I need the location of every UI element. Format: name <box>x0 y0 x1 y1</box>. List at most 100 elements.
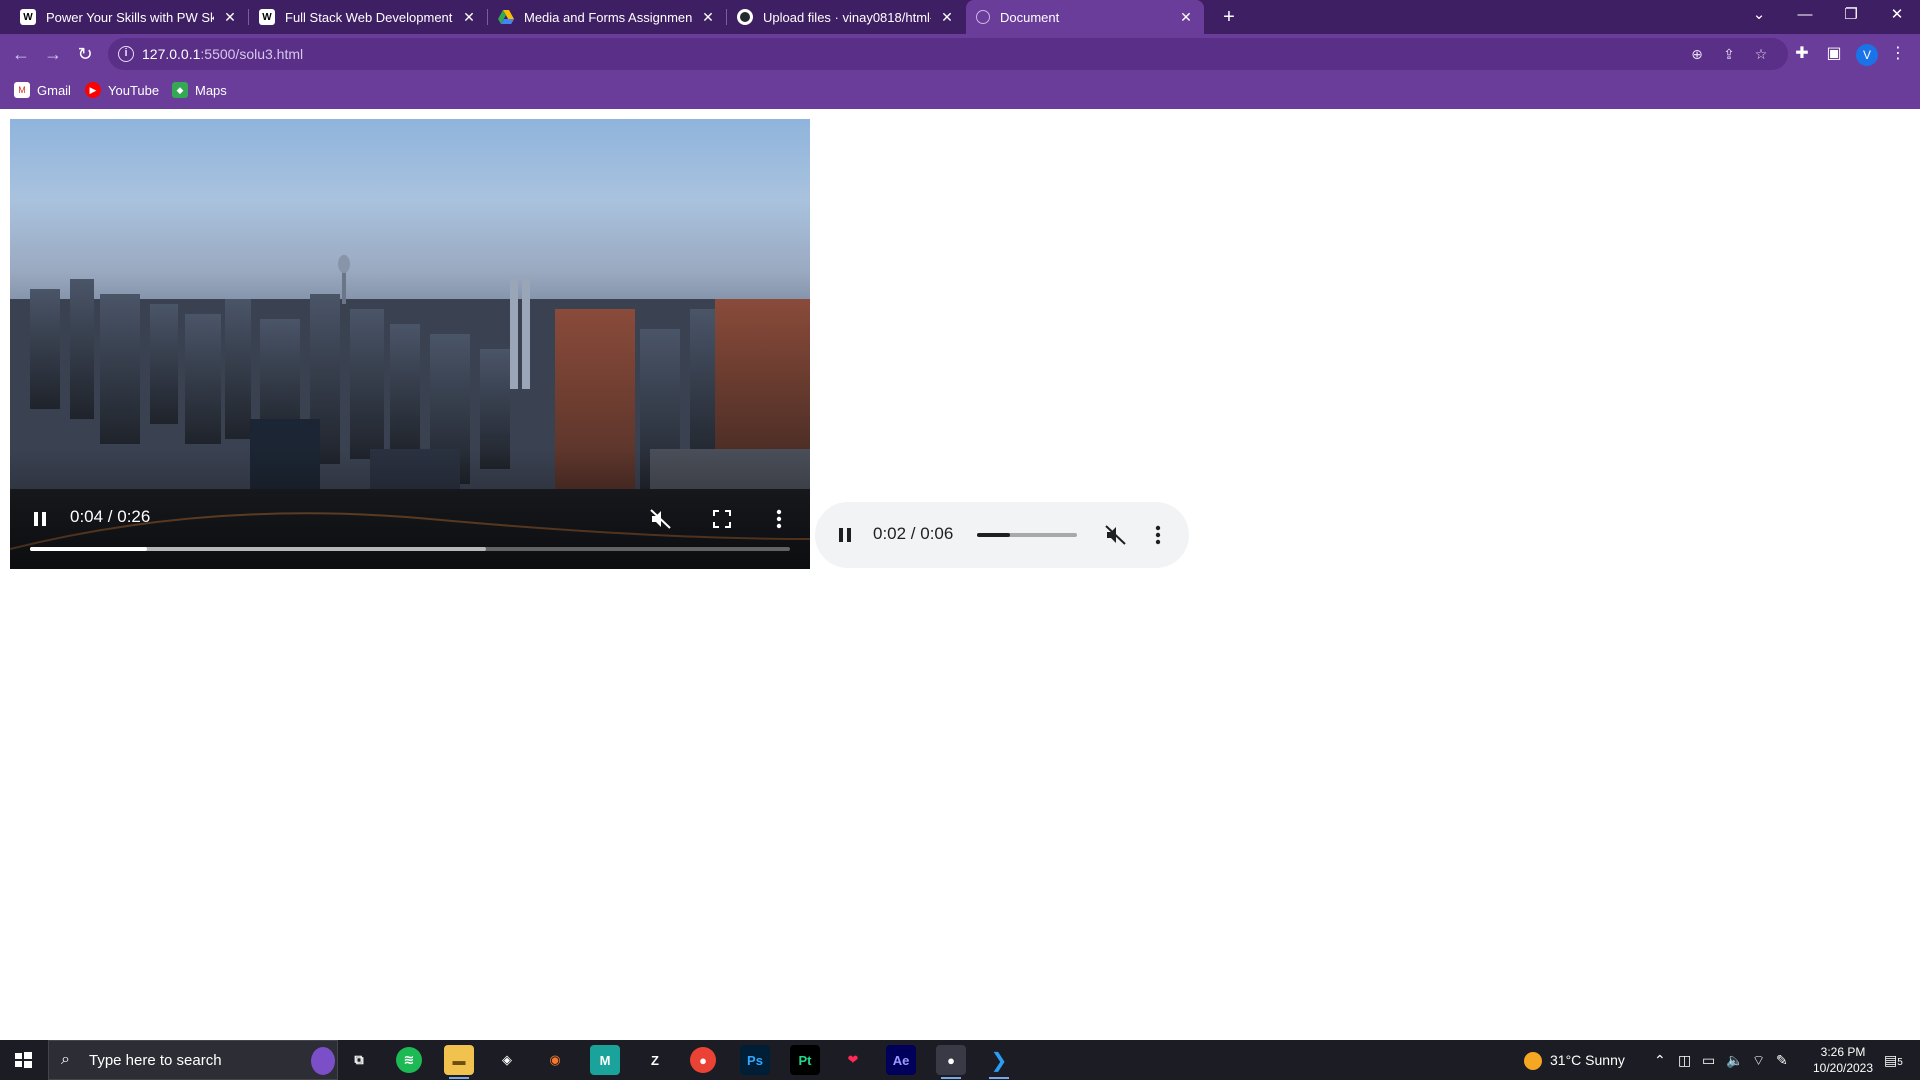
pause-icon <box>34 512 46 526</box>
video-progress-bar[interactable] <box>30 547 790 551</box>
audio-player[interactable]: 0:02 / 0:06 <box>815 502 1189 568</box>
address-bar[interactable]: i 127.0.0.1:5500/solu3.html ⊕ ⇪ ☆ <box>108 38 1788 70</box>
clock-date: 10/20/2023 <box>1812 1061 1874 1075</box>
weather-text: 31°C Sunny <box>1550 1052 1625 1068</box>
audio-mute-button[interactable] <box>1105 525 1127 550</box>
tab-label: Media and Forms Assignment.pc <box>524 9 692 25</box>
video-player[interactable]: 0:04 / 0:26 <box>10 119 810 569</box>
search-placeholder: Type here to search <box>89 1052 222 1069</box>
muted-speaker-icon <box>1105 525 1126 545</box>
reload-button[interactable]: ↻ <box>71 40 99 68</box>
m-app-icon[interactable]: M <box>590 1045 620 1075</box>
globe-icon <box>976 10 990 24</box>
notification-count: 5 <box>1897 1057 1903 1068</box>
url-host: 127.0.0.1 <box>142 46 201 62</box>
bookmark-label: Maps <box>195 82 227 98</box>
file-explorer-icon[interactable]: ▬ <box>444 1045 474 1079</box>
sun-icon <box>1524 1052 1542 1071</box>
new-tab-button[interactable]: + <box>1216 5 1242 29</box>
weather-widget[interactable]: 31°C Sunny <box>1524 1040 1625 1080</box>
pause-button[interactable] <box>32 511 48 532</box>
audio-pause-button[interactable] <box>837 527 853 548</box>
notifications-icon[interactable]: ▤5 <box>1884 1040 1903 1080</box>
close-icon[interactable]: ✕ <box>461 9 477 26</box>
after-effects-icon[interactable]: Ae <box>886 1045 916 1075</box>
pycharm-icon[interactable]: Pt <box>790 1045 820 1075</box>
video-time: 0:04 / 0:26 <box>70 507 151 526</box>
battery-icon[interactable]: ▭ <box>1702 1040 1715 1080</box>
tab-label: Document <box>1000 9 1060 25</box>
bookmark-youtube[interactable]: ▶ YouTube <box>85 78 159 102</box>
mute-button[interactable] <box>650 509 672 534</box>
taskbar: ⌕ Type here to search ⧉ ≋ ▬ ◈ ◉ M Z ● Ps… <box>0 1040 1920 1080</box>
volume-icon[interactable]: 🔈 <box>1726 1040 1743 1080</box>
menu-icon[interactable]: ⋮ <box>1886 40 1910 68</box>
audio-progress-bar[interactable] <box>977 533 1077 537</box>
close-icon[interactable]: ✕ <box>222 9 238 26</box>
maps-icon: ◆ <box>172 82 188 98</box>
site-info-icon[interactable]: i <box>118 46 134 62</box>
zbrush-icon[interactable]: Z <box>640 1045 670 1075</box>
show-hidden-icons-icon[interactable]: ⌃ <box>1654 1040 1666 1080</box>
audio-time: 0:02 / 0:06 <box>873 524 954 543</box>
more-vert-icon <box>1155 525 1161 545</box>
pen-icon[interactable]: ✎ <box>1776 1040 1788 1080</box>
tab-document[interactable]: Document ✕ <box>966 0 1204 34</box>
url-path: :5500/solu3.html <box>200 46 304 62</box>
google-drive-icon <box>498 9 514 25</box>
tab-search-button[interactable]: ⌄ <box>1736 0 1782 34</box>
start-button[interactable] <box>0 1040 46 1080</box>
wifi-icon[interactable]: ⌔ <box>1752 1040 1765 1080</box>
restore-button[interactable]: ❐ <box>1828 0 1874 34</box>
github-icon <box>737 9 753 25</box>
pw-skills-icon: W <box>20 9 36 25</box>
more-options-button[interactable] <box>776 509 782 534</box>
zoom-icon[interactable]: ⊕ <box>1688 45 1706 63</box>
pause-icon <box>839 528 851 542</box>
unity-icon[interactable]: ◈ <box>492 1045 522 1075</box>
audio-more-options-button[interactable] <box>1155 525 1161 550</box>
close-window-button[interactable]: ✕ <box>1874 0 1920 34</box>
vscode-icon[interactable]: ❯ <box>984 1045 1014 1079</box>
tab-pw-skills[interactable]: W Power Your Skills with PW Skills ✕ <box>10 0 248 34</box>
chrome-profile-icon[interactable]: ● <box>936 1045 966 1079</box>
chrome-icon[interactable]: ● <box>690 1047 716 1073</box>
windows-icon <box>15 1052 32 1068</box>
bookmark-gmail[interactable]: M Gmail <box>14 78 71 102</box>
tab-media-forms[interactable]: Media and Forms Assignment.pc ✕ <box>488 0 726 34</box>
taskbar-search[interactable]: ⌕ Type here to search <box>48 1040 338 1080</box>
muted-speaker-icon <box>650 509 671 529</box>
page-content: 0:04 / 0:26 0:02 / 0:06 <box>0 109 1920 1040</box>
close-icon[interactable]: ✕ <box>1178 9 1194 26</box>
url-text[interactable]: 127.0.0.1:5500/solu3.html <box>142 46 303 62</box>
close-icon[interactable]: ✕ <box>939 9 955 26</box>
search-icon: ⌕ <box>61 1051 70 1068</box>
bookmark-star-icon[interactable]: ☆ <box>1752 45 1770 63</box>
meet-now-icon[interactable]: ◫ <box>1678 1040 1691 1080</box>
tab-label: Upload files · vinay0818/html-as <box>763 9 931 25</box>
heart-app-icon[interactable]: ❤ <box>838 1045 868 1075</box>
tab-full-stack[interactable]: W Full Stack Web Development - C ✕ <box>249 0 487 34</box>
blender-icon[interactable]: ◉ <box>540 1045 570 1075</box>
system-clock[interactable]: 3:26 PM 10/20/2023 <box>1800 1044 1886 1076</box>
back-button[interactable]: ← <box>7 40 35 68</box>
close-icon[interactable]: ✕ <box>700 9 716 26</box>
fullscreen-button[interactable] <box>713 510 731 533</box>
tab-strip: W Power Your Skills with PW Skills ✕ W F… <box>0 0 1920 34</box>
share-icon[interactable]: ⇪ <box>1720 45 1738 63</box>
spotify-icon[interactable]: ≋ <box>396 1047 422 1073</box>
tab-label: Power Your Skills with PW Skills <box>46 9 214 25</box>
bookmark-maps[interactable]: ◆ Maps <box>172 78 227 102</box>
browser-chrome: W Power Your Skills with PW Skills ✕ W F… <box>0 0 1920 109</box>
bookmark-label: Gmail <box>37 82 71 98</box>
task-view-icon[interactable]: ⧉ <box>344 1045 374 1075</box>
forward-button[interactable]: → <box>39 40 67 68</box>
more-vert-icon <box>776 509 782 529</box>
tab-github-upload[interactable]: Upload files · vinay0818/html-as ✕ <box>727 0 965 34</box>
photoshop-icon[interactable]: Ps <box>740 1045 770 1075</box>
side-panel-icon[interactable]: ▣ <box>1822 40 1846 68</box>
fullscreen-icon <box>713 510 731 528</box>
extensions-icon[interactable]: ✚ <box>1790 40 1814 68</box>
profile-avatar[interactable]: V <box>1856 44 1878 66</box>
minimize-button[interactable]: — <box>1782 0 1828 34</box>
